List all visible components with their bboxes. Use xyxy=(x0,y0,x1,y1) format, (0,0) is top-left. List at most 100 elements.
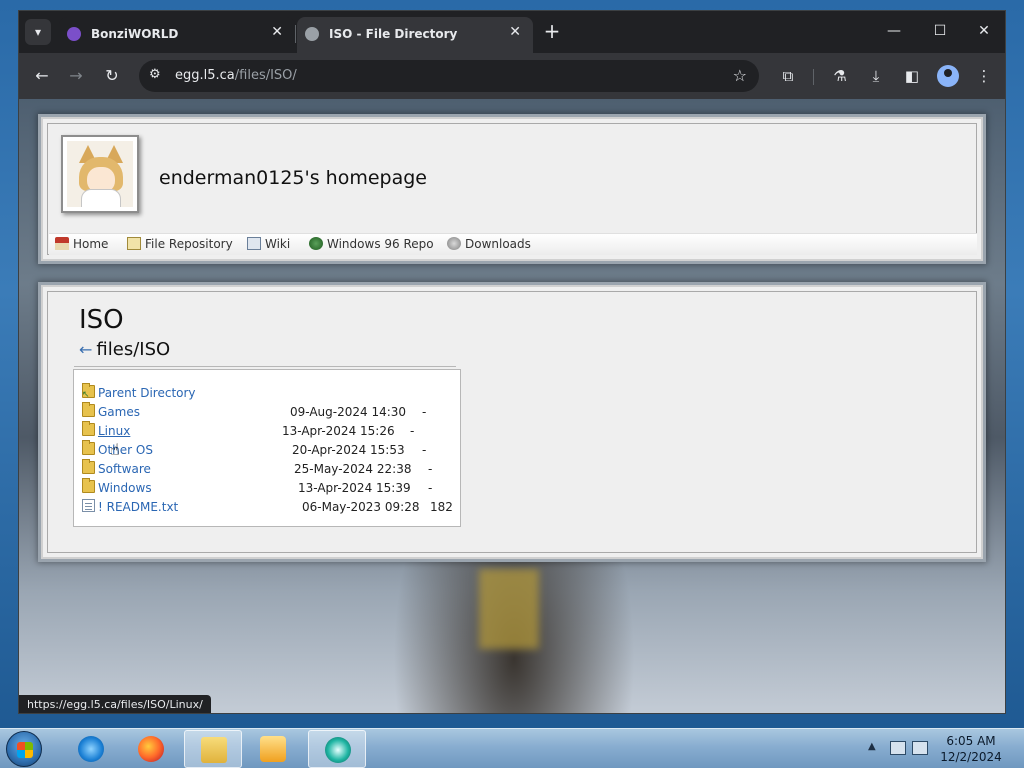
file-date: 06-May-2023 09:28 xyxy=(302,500,420,514)
globe-favicon-icon xyxy=(305,27,319,41)
bonzi-favicon-icon xyxy=(67,27,81,41)
file-name-link[interactable]: Parent Directory xyxy=(98,386,196,400)
text-file-icon xyxy=(82,499,95,512)
page-title: ISO xyxy=(79,305,124,335)
file-date: 20-Apr-2024 15:53 xyxy=(292,443,405,457)
site-title: enderman0125's homepage xyxy=(159,167,427,189)
file-name-link[interactable]: ! README.txt xyxy=(98,500,178,514)
tab-divider xyxy=(295,25,296,43)
folder-icon xyxy=(82,421,95,436)
profile-avatar-icon[interactable] xyxy=(937,65,959,87)
clock-time: 6:05 AM xyxy=(946,734,996,748)
url-host: egg.l5.ca xyxy=(175,68,235,83)
network-icon[interactable] xyxy=(890,741,906,755)
show-hidden-icons-chevron-icon[interactable]: ▲ xyxy=(868,741,876,752)
tab-search-button[interactable]: ▾ xyxy=(25,19,51,45)
reload-icon: ↻ xyxy=(105,66,119,85)
file-name-link[interactable]: Other OS xyxy=(98,443,153,457)
directory-panel: ISO ← files/ISO ↖ Parent Directory Games … xyxy=(41,285,983,559)
maximize-button[interactable]: ☐ xyxy=(917,11,963,51)
minimize-button[interactable]: — xyxy=(871,11,917,51)
file-date: 13-Apr-2024 15:39 xyxy=(298,481,411,495)
back-arrow-icon[interactable]: ← xyxy=(79,340,92,359)
list-item[interactable]: ! README.txt 06-May-2023 09:28 182 xyxy=(82,498,454,516)
site-nav-bar: Home File Repository Wiki Windows 96 Rep… xyxy=(49,233,977,255)
bookmark-star-icon[interactable]: ☆ xyxy=(733,66,747,85)
list-item[interactable]: ↖ Parent Directory xyxy=(82,383,454,402)
folder-icon xyxy=(82,478,95,493)
forward-button[interactable]: → xyxy=(63,63,89,89)
taskbar-browser-button[interactable] xyxy=(308,730,366,768)
close-icon[interactable]: ✕ xyxy=(271,24,283,40)
back-button[interactable]: ← xyxy=(29,63,55,89)
up-arrow-icon: ↖ xyxy=(82,390,90,400)
close-icon[interactable]: ✕ xyxy=(509,24,521,40)
volume-muted-icon[interactable] xyxy=(912,741,928,755)
file-size: - xyxy=(428,481,433,495)
nav-link-label: Home xyxy=(73,237,109,251)
download-icon xyxy=(447,237,461,250)
taskbar-ie-button[interactable] xyxy=(62,730,120,768)
taskbar-explorer-button[interactable] xyxy=(184,730,242,768)
file-name-link[interactable]: Windows xyxy=(98,481,152,495)
tab-iso-directory[interactable]: ISO - File Directory ✕ xyxy=(297,17,533,53)
file-name-link[interactable]: Games xyxy=(98,405,140,419)
nav-link-label: Wiki xyxy=(265,237,291,251)
menu-kebab-icon[interactable]: ⋮ xyxy=(971,63,997,89)
globe-icon xyxy=(309,237,323,250)
site-info-icon[interactable]: ⚙ xyxy=(149,67,161,82)
nav-downloads-link[interactable]: Downloads xyxy=(447,237,531,251)
file-date: 13-Apr-2024 15:26 xyxy=(282,424,395,438)
window-close-button[interactable]: ✕ xyxy=(961,11,1005,51)
firefox-icon xyxy=(138,736,164,762)
folder-icon xyxy=(82,459,95,474)
nav-wiki-link[interactable]: Wiki xyxy=(247,237,290,251)
system-clock[interactable]: 6:05 AM 12/2/2024 xyxy=(936,733,1006,765)
address-url: egg.l5.ca/files/ISO/ xyxy=(175,68,297,83)
file-name-link[interactable]: Linux xyxy=(98,424,130,438)
file-explorer-icon xyxy=(201,737,227,763)
start-button[interactable] xyxy=(6,731,42,767)
new-tab-button[interactable]: + xyxy=(539,19,565,45)
nav-windows96-repo-link[interactable]: Windows 96 Repo xyxy=(309,237,434,251)
browser-icon xyxy=(325,737,351,763)
fox-character-image xyxy=(67,141,133,207)
list-item[interactable]: Software 25-May-2024 22:38 - xyxy=(82,459,454,478)
tab-title: ISO - File Directory xyxy=(329,27,458,41)
folder-icon xyxy=(82,402,95,417)
ie-icon xyxy=(78,736,104,762)
nav-home-link[interactable]: Home xyxy=(55,237,108,251)
file-size: - xyxy=(422,443,427,457)
list-item[interactable]: Other OS 20-Apr-2024 15:53 - xyxy=(82,440,454,459)
file-size: - xyxy=(422,405,427,419)
arrow-left-icon: ← xyxy=(35,66,49,85)
hand-cursor-icon: ☝ xyxy=(110,440,120,459)
site-avatar xyxy=(61,135,139,213)
clock-date: 12/2/2024 xyxy=(940,750,1002,764)
tab-bonziworld[interactable]: BonziWORLD ✕ xyxy=(59,17,295,53)
taskbar-media-player-button[interactable] xyxy=(244,730,302,768)
file-size: - xyxy=(428,462,433,476)
nav-file-repository-link[interactable]: File Repository xyxy=(127,237,233,251)
nav-link-label: File Repository xyxy=(145,237,233,251)
labs-flask-icon[interactable]: ⚗ xyxy=(827,63,853,89)
breadcrumb: ← files/ISO xyxy=(79,339,170,360)
reload-button[interactable]: ↻ xyxy=(99,63,125,89)
nav-link-label: Downloads xyxy=(465,237,531,251)
address-bar[interactable]: ⚙ egg.l5.ca/files/ISO/ ☆ xyxy=(139,60,759,92)
taskbar-firefox-button[interactable] xyxy=(122,730,180,768)
side-panel-icon[interactable]: ◧ xyxy=(899,63,925,89)
download-icon[interactable]: ⤓ xyxy=(863,63,889,89)
browser-toolbar: ← → ↻ ⚙ egg.l5.ca/files/ISO/ ☆ ⧉ ⚗ ⤓ ◧ ⋮ xyxy=(19,53,1005,99)
toolbar-separator xyxy=(813,69,814,85)
house-icon xyxy=(55,237,69,250)
breadcrumb-path: files/ISO xyxy=(96,339,171,360)
list-item[interactable]: Games 09-Aug-2024 14:30 - xyxy=(82,402,454,421)
windows-logo-icon xyxy=(17,742,33,758)
file-name-link[interactable]: Software xyxy=(98,462,151,476)
list-item[interactable]: Linux 13-Apr-2024 15:26 - xyxy=(82,421,454,440)
nav-link-label: Windows 96 Repo xyxy=(327,237,434,251)
extensions-icon[interactable]: ⧉ xyxy=(775,63,801,89)
list-item[interactable]: Windows 13-Apr-2024 15:39 - xyxy=(82,478,454,497)
book-icon xyxy=(247,237,261,250)
